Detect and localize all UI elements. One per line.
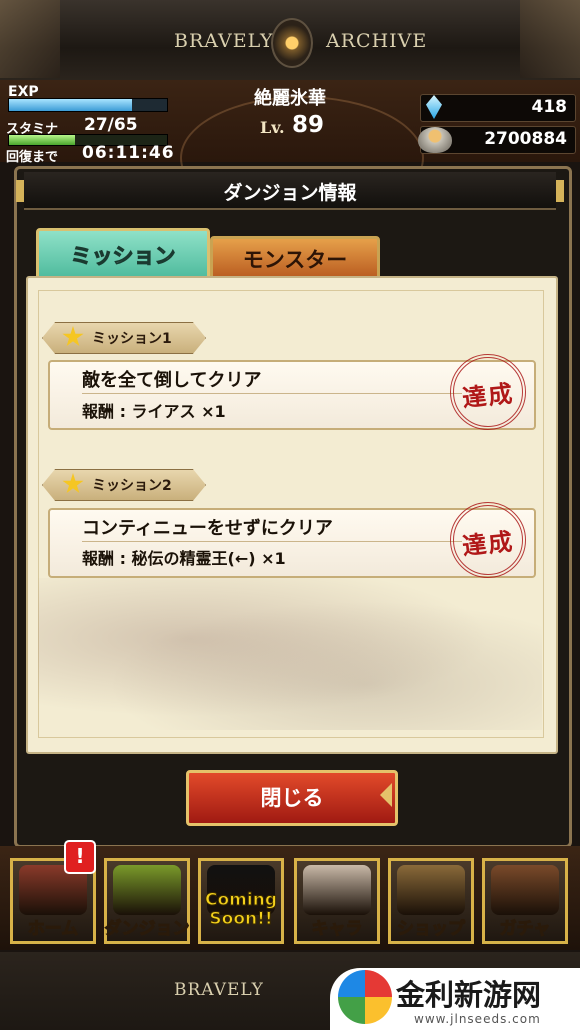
dialog-title: ダンジョン情報	[223, 182, 357, 204]
arrow-left-icon	[380, 783, 392, 807]
nav-home-label: ホーム	[27, 919, 79, 940]
nav-dungeon[interactable]: ダンジョン	[104, 858, 190, 944]
alert-badge: !	[64, 840, 96, 874]
header-ornament-left	[16, 180, 24, 202]
mission-reward: 報酬 : 秘伝の精霊王(←) ×1	[82, 549, 286, 568]
level-label: Lv.	[260, 118, 285, 137]
nav-coming-soon[interactable]: Coming Soon!!	[198, 858, 284, 944]
nav-gacha[interactable]: ガチャ	[482, 858, 568, 944]
exp-bar-fill	[9, 99, 133, 111]
mission-description: 敵を全て倒してクリア	[82, 370, 262, 391]
level-value: 89	[292, 112, 325, 138]
achieved-stamp-text: 達成	[460, 379, 516, 413]
nav-chara[interactable]: キャラ	[294, 858, 380, 944]
stamina-bar-fill	[9, 135, 75, 145]
bottom-banner-title: BRAVELY	[174, 980, 264, 1000]
achieved-stamp: 達成	[450, 354, 526, 430]
nav-shop-label: ショップ	[397, 919, 466, 940]
dungeon-icon	[113, 865, 181, 915]
corner-ornament-left	[0, 0, 60, 78]
recover-label: 回復まで	[6, 150, 59, 165]
nav-chara-label: キャラ	[311, 919, 363, 940]
recover-timer: 06:11:46	[82, 143, 175, 163]
nav-gacha-label: ガチャ	[499, 919, 551, 940]
site-logo-name: 金利新游网	[396, 978, 542, 1012]
site-logo-url: www.jlnseeds.com	[414, 1012, 541, 1026]
gacha-icon	[491, 865, 559, 915]
banner-title-right: ARCHIVE	[326, 30, 428, 52]
coming-soon-label: Coming Soon!!	[205, 890, 278, 929]
exp-bar	[8, 98, 168, 112]
emblem-icon	[271, 18, 313, 68]
dialog-header: ダンジョン情報	[24, 172, 556, 210]
mission-ribbon-label: ミッション2	[92, 478, 172, 494]
close-button[interactable]: 閉じる	[186, 770, 398, 826]
site-logo-icon	[338, 970, 392, 1024]
crystal-count: 418	[531, 97, 568, 117]
gil-count: 2700884	[484, 129, 567, 149]
mission-divider	[82, 393, 462, 394]
stamina-value: 27/65	[84, 115, 138, 135]
achieved-stamp: 達成	[450, 502, 526, 578]
banner-title-left: BRAVELY	[174, 30, 274, 52]
player-name: 絶麗氷華	[254, 88, 326, 109]
mission-ribbon-label: ミッション1	[92, 331, 172, 347]
mission-divider	[82, 541, 462, 542]
shop-icon	[397, 865, 465, 915]
corner-ornament-right	[520, 0, 580, 78]
nav-dungeon-label: ダンジョン	[104, 919, 190, 940]
character-icon	[303, 865, 371, 915]
gil-bag-icon	[418, 127, 452, 153]
header-ornament-right	[556, 180, 564, 202]
nav-shop[interactable]: ショップ	[388, 858, 474, 944]
mission-reward: 報酬 : ライアス ×1	[82, 402, 226, 421]
mission-description: コンティニューをせずにクリア	[82, 518, 333, 539]
achieved-stamp-text: 達成	[460, 527, 516, 561]
background-artwork	[38, 578, 542, 730]
crystal-counter[interactable]: 418	[420, 94, 576, 122]
